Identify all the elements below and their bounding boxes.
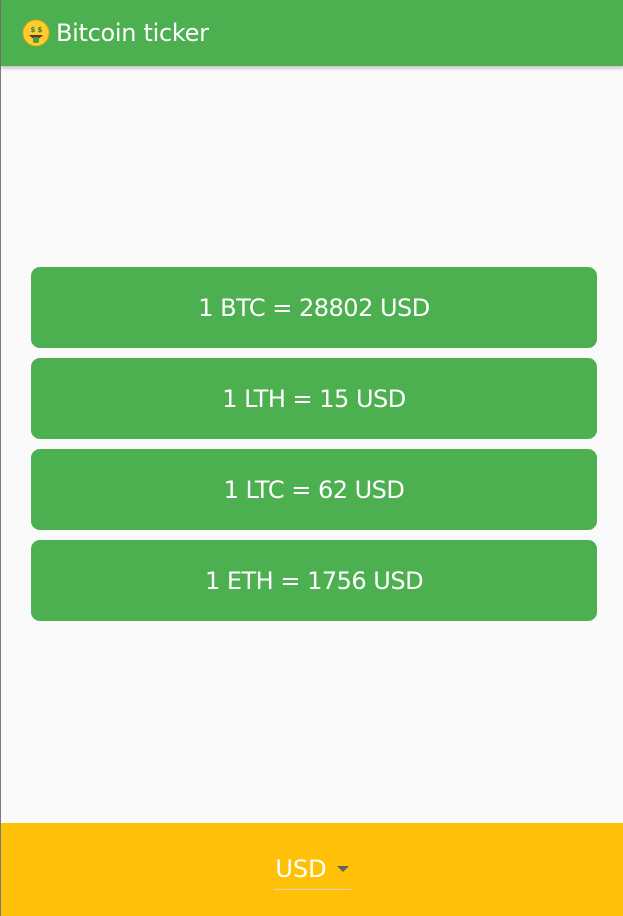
caret-down-icon xyxy=(336,866,349,872)
currency-dropdown-value: USD xyxy=(275,855,327,883)
rate-cards: 1 BTC = 28802 USD 1 LTH = 15 USD 1 LTC =… xyxy=(31,267,597,631)
rate-card-lth[interactable]: 1 LTH = 15 USD xyxy=(31,358,597,439)
rate-card-ltc[interactable]: 1 LTC = 62 USD xyxy=(31,449,597,530)
app-title: Bitcoin ticker xyxy=(56,19,209,47)
money-mouth-face-icon: $ $ xyxy=(22,19,50,47)
app-screen: $ $ Bitcoin ticker 1 BTC = 28802 USD 1 L… xyxy=(0,0,623,916)
bottom-bar: USD xyxy=(1,823,623,916)
svg-text:$: $ xyxy=(31,26,36,34)
svg-text:$: $ xyxy=(38,26,43,34)
rate-card-eth[interactable]: 1 ETH = 1756 USD xyxy=(31,540,597,621)
currency-dropdown[interactable]: USD xyxy=(274,855,351,890)
rate-card-btc[interactable]: 1 BTC = 28802 USD xyxy=(31,267,597,348)
app-bar: $ $ Bitcoin ticker xyxy=(1,0,623,66)
